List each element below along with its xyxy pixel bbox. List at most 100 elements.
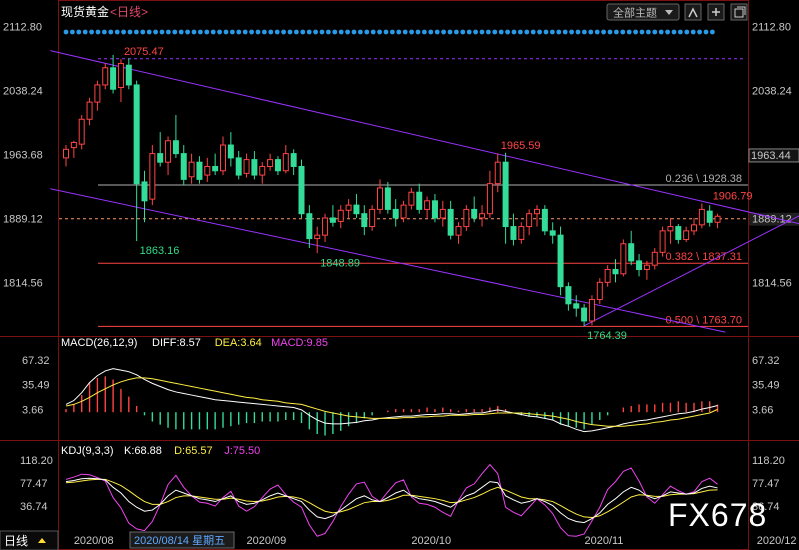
event-marker-dot bbox=[562, 29, 568, 35]
candle-body bbox=[329, 217, 336, 223]
candle-body bbox=[282, 153, 289, 172]
event-marker-dot bbox=[82, 29, 88, 35]
event-marker-dot bbox=[223, 29, 229, 35]
event-marker-strip[interactable] bbox=[63, 29, 715, 35]
candle-body bbox=[220, 144, 226, 172]
price-annotation: 2075.47 bbox=[124, 46, 164, 58]
chart-canvas: 现货黄金 <日线> 全部主题 1814.56 1814.56 1889.12 1889… bbox=[0, 0, 799, 550]
candle-body bbox=[117, 62, 124, 89]
event-marker-dot bbox=[703, 29, 709, 35]
event-marker-dot bbox=[236, 29, 242, 35]
event-marker-dot bbox=[460, 29, 466, 35]
event-marker-dot bbox=[588, 29, 594, 35]
candle-body bbox=[486, 183, 493, 215]
candle-body bbox=[620, 243, 627, 275]
event-marker-dot bbox=[268, 29, 274, 35]
candle-body bbox=[431, 200, 438, 219]
macd-readout: DEA:3.64 bbox=[215, 337, 262, 349]
event-marker-dot bbox=[396, 29, 402, 35]
event-marker-dot bbox=[166, 29, 171, 35]
event-marker-dot bbox=[601, 29, 606, 35]
chart-title: 现货黄金 bbox=[61, 4, 109, 19]
price-annotation: 1863.16 bbox=[140, 245, 180, 257]
period-tab[interactable]: 日线 bbox=[0, 530, 59, 550]
kdj-readout: J:75.50 bbox=[224, 445, 260, 457]
candle-body bbox=[384, 187, 391, 210]
event-marker-dot bbox=[556, 29, 562, 35]
candle-body bbox=[63, 148, 69, 159]
macd-y-tick-left: 67.32 bbox=[22, 355, 50, 367]
restore-icon[interactable] bbox=[730, 3, 748, 21]
candle-body bbox=[196, 161, 203, 180]
candle-body bbox=[353, 204, 360, 215]
event-marker-dot bbox=[639, 29, 645, 35]
candle-body bbox=[322, 217, 329, 236]
event-marker-dot bbox=[479, 29, 485, 35]
candle-body bbox=[447, 208, 454, 236]
event-marker-dot bbox=[114, 29, 120, 35]
candle-body bbox=[714, 215, 721, 223]
macd-y-tick-left: 35.49 bbox=[22, 380, 50, 392]
candle-body bbox=[259, 165, 266, 176]
candle-body bbox=[400, 204, 407, 219]
event-marker-dot bbox=[121, 29, 126, 35]
event-marker-dot bbox=[697, 29, 702, 35]
date-tooltip: 2020/08/14 星期五 bbox=[129, 531, 235, 549]
event-marker-dot bbox=[332, 29, 338, 35]
macd-title: MACD(26,12,9) bbox=[61, 337, 137, 349]
event-marker-dot bbox=[326, 29, 331, 35]
zoom-in-icon[interactable] bbox=[684, 3, 702, 21]
candle-body bbox=[526, 213, 533, 228]
event-marker-dot bbox=[377, 29, 382, 35]
event-marker-dot bbox=[684, 29, 690, 35]
y-tick-left: 1963.68 bbox=[3, 150, 43, 162]
event-marker-dot bbox=[569, 29, 574, 35]
candle-body bbox=[691, 224, 697, 232]
macd-line-dea bbox=[65, 377, 718, 427]
event-marker-dot bbox=[646, 29, 651, 35]
candle-body bbox=[628, 243, 635, 262]
event-marker-dot bbox=[306, 29, 312, 35]
event-marker-dot bbox=[422, 29, 427, 35]
event-marker-dot bbox=[178, 29, 184, 35]
candle-body bbox=[596, 281, 603, 301]
event-marker-dot bbox=[505, 29, 510, 35]
candle-body bbox=[267, 159, 274, 167]
candle-body bbox=[471, 208, 478, 219]
event-marker-dot bbox=[134, 29, 139, 35]
event-marker-dot bbox=[204, 29, 210, 35]
candle-body bbox=[188, 161, 195, 178]
candle-body bbox=[439, 208, 446, 219]
candle-body bbox=[110, 67, 117, 90]
candle-body bbox=[306, 213, 313, 240]
candle-body bbox=[659, 230, 666, 253]
candle-body bbox=[494, 161, 501, 185]
candle-body bbox=[455, 226, 462, 236]
candle-body bbox=[510, 226, 517, 240]
event-marker-dot bbox=[383, 29, 389, 35]
candle-body bbox=[298, 165, 305, 215]
candlestick-series bbox=[63, 54, 721, 327]
candle-body bbox=[125, 64, 132, 86]
event-marker-dot bbox=[198, 29, 203, 35]
event-marker-dot bbox=[70, 29, 75, 35]
event-marker-dot bbox=[690, 29, 696, 35]
price-axis: 1814.56 1814.56 1889.12 1889.12 1963.68 1963.… bbox=[3, 22, 799, 290]
candle-body bbox=[149, 153, 156, 200]
event-marker-dot bbox=[402, 29, 408, 35]
event-marker-dot bbox=[249, 29, 255, 35]
theme-button[interactable]: 全部主题 bbox=[606, 3, 680, 21]
event-marker-dot bbox=[466, 29, 472, 35]
candle-body bbox=[274, 159, 281, 172]
candle-body bbox=[698, 208, 705, 226]
candle-body bbox=[314, 234, 321, 240]
event-marker-dot bbox=[518, 29, 523, 35]
period-link[interactable]: <日线> bbox=[110, 5, 148, 19]
event-marker-dot bbox=[210, 29, 216, 35]
event-marker-dot bbox=[441, 29, 446, 35]
candle-body bbox=[369, 208, 376, 228]
event-marker-dot bbox=[409, 29, 414, 35]
event-marker-dot bbox=[153, 29, 159, 35]
candle-body bbox=[588, 299, 595, 322]
zoom-out-icon[interactable] bbox=[707, 3, 725, 21]
